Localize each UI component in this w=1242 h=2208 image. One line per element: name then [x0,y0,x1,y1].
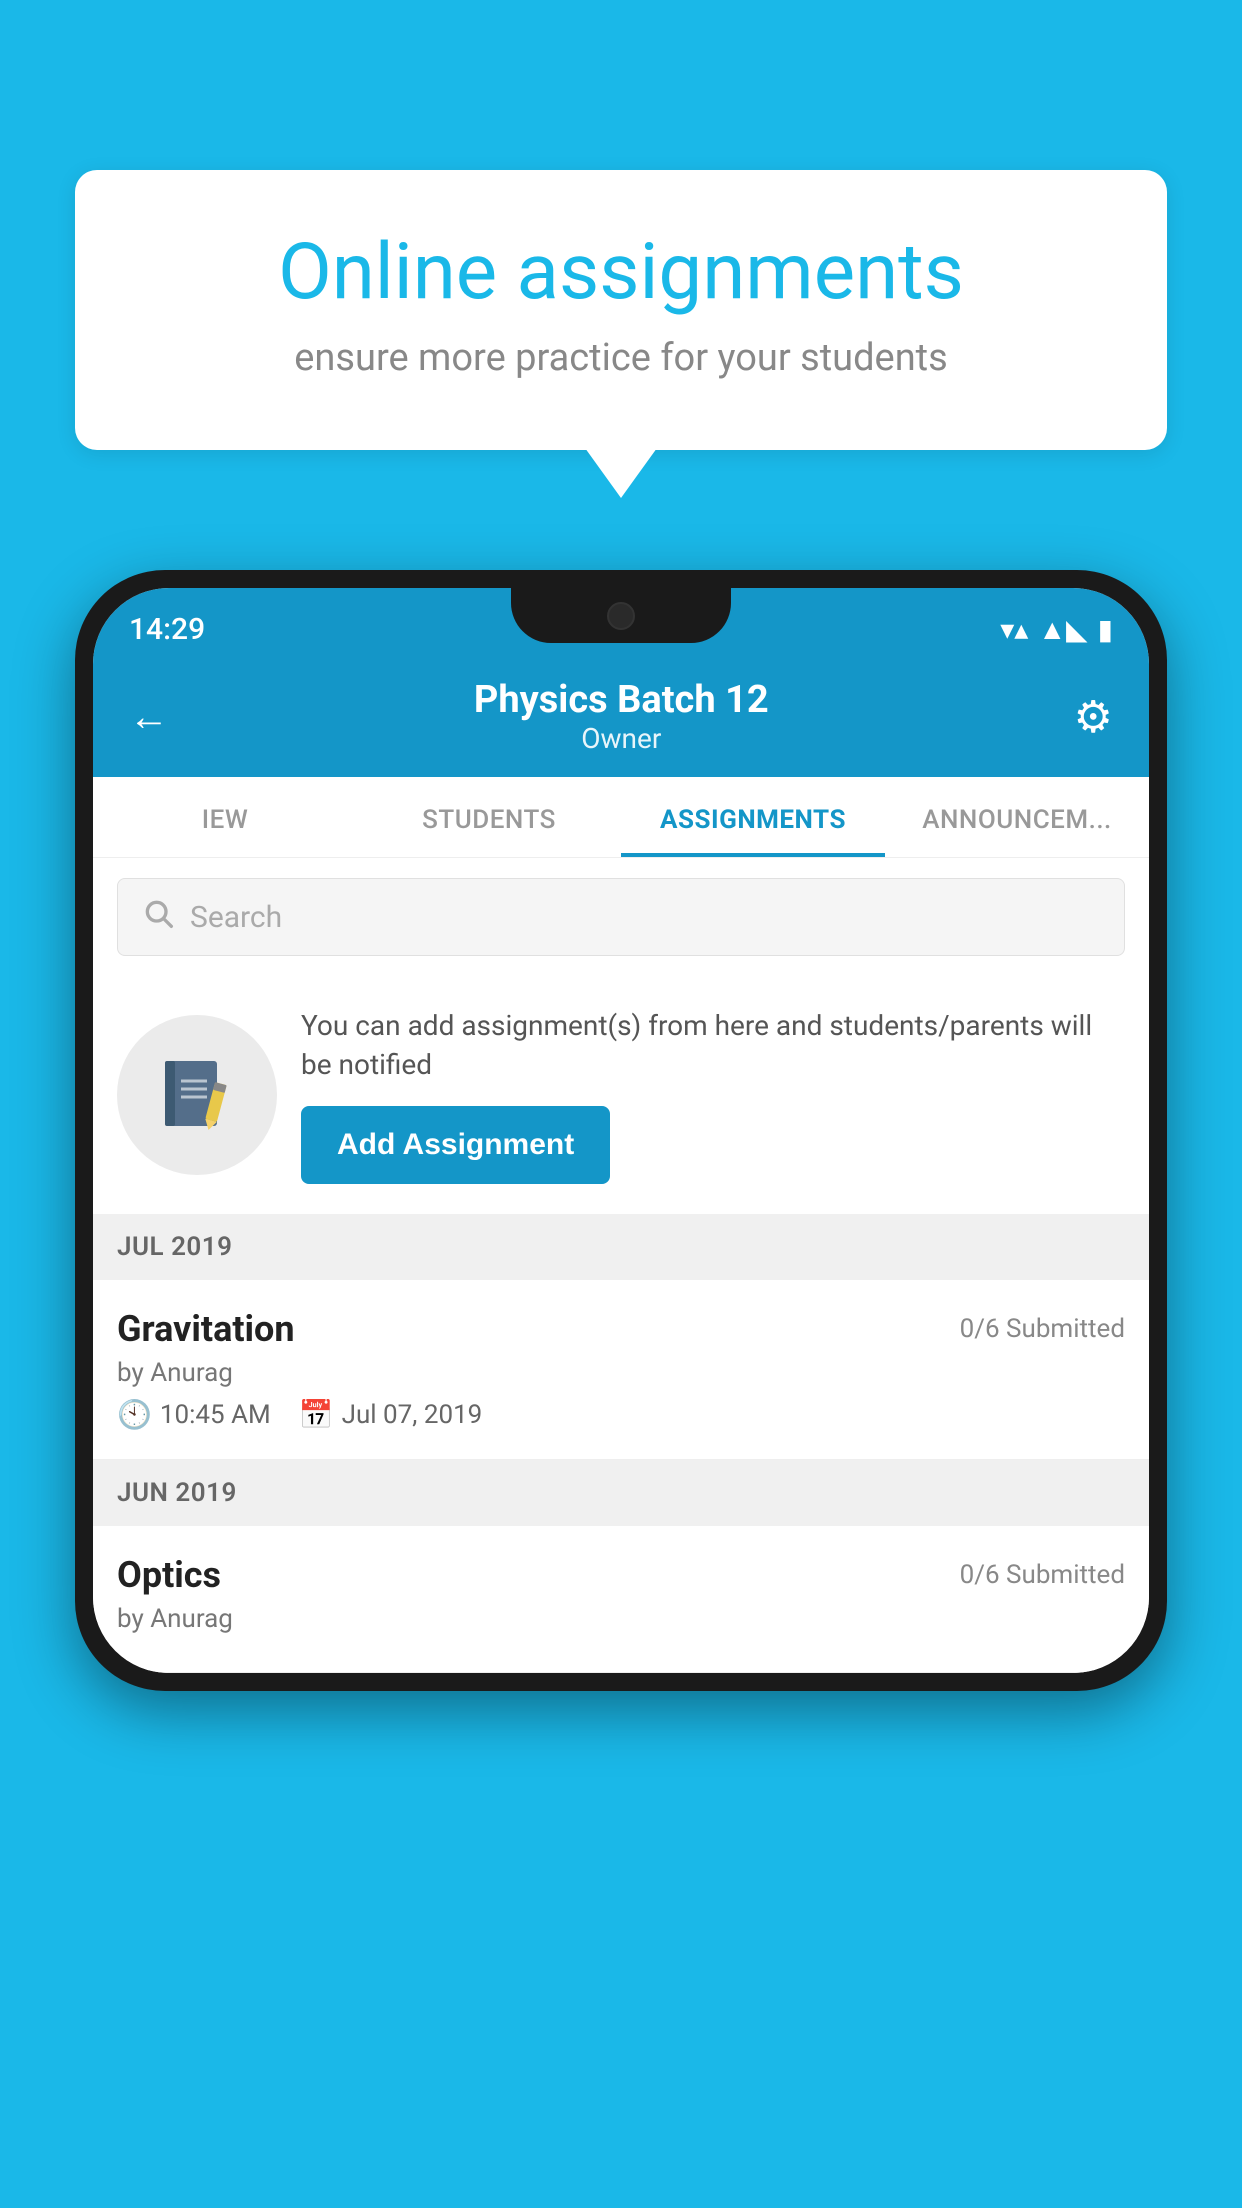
header-subtitle: Owner [474,722,769,755]
assignment-promo-card: You can add assignment(s) from here and … [93,976,1149,1214]
notebook-icon-circle [117,1015,277,1175]
status-icons: ▾▴ ▲◣ ▮ [1000,613,1113,646]
header-title: Physics Batch 12 [474,678,769,722]
section-label-jul: JUL 2019 [117,1232,233,1262]
tab-announcements[interactable]: ANNOUNCEM... [885,777,1149,857]
calendar-icon: 📅 [299,1398,334,1431]
status-time: 14:29 [129,612,205,647]
assignment-header-gravitation: Gravitation 0/6 Submitted [117,1308,1125,1350]
battery-icon: ▮ [1098,613,1113,646]
app-header: ← Physics Batch 12 Owner ⚙ [93,660,1149,777]
search-icon [142,897,174,937]
assignment-time-item: 🕙 10:45 AM [117,1398,271,1431]
search-container: Search [93,858,1149,976]
notebook-icon [155,1053,240,1138]
assignment-name-optics: Optics [117,1554,221,1596]
add-assignment-button[interactable]: Add Assignment [301,1106,610,1184]
speech-bubble-title: Online assignments [145,230,1097,316]
clock-icon: 🕙 [117,1398,152,1431]
notch-camera [607,602,635,630]
tab-bar: IEW STUDENTS ASSIGNMENTS ANNOUNCEM... [93,777,1149,858]
section-label-jun: JUN 2019 [117,1478,237,1508]
assignment-header-optics: Optics 0/6 Submitted [117,1554,1125,1596]
phone-screen: 14:29 ▾▴ ▲◣ ▮ ← Physics Batch 12 Owner ⚙… [93,588,1149,1673]
wifi-icon: ▾▴ [1000,613,1028,646]
speech-bubble-subtitle: ensure more practice for your students [145,336,1097,380]
assignment-meta-gravitation: 🕙 10:45 AM 📅 Jul 07, 2019 [117,1398,1125,1431]
assignment-submitted-gravitation: 0/6 Submitted [960,1314,1125,1344]
settings-icon[interactable]: ⚙ [1074,691,1113,743]
speech-bubble-wrapper: Online assignments ensure more practice … [75,170,1167,450]
section-header-jun: JUN 2019 [93,1460,1149,1526]
assignment-time: 10:45 AM [160,1400,271,1430]
assignment-by-gravitation: by Anurag [117,1358,1125,1388]
search-placeholder: Search [190,900,282,935]
assignment-submitted-optics: 0/6 Submitted [960,1560,1125,1590]
tab-students[interactable]: STUDENTS [357,777,621,857]
section-header-jul: JUL 2019 [93,1214,1149,1280]
back-button[interactable]: ← [129,693,169,740]
assignment-item-gravitation[interactable]: Gravitation 0/6 Submitted by Anurag 🕙 10… [93,1280,1149,1460]
phone-outer: 14:29 ▾▴ ▲◣ ▮ ← Physics Batch 12 Owner ⚙… [75,570,1167,1691]
search-bar[interactable]: Search [117,878,1125,956]
header-center: Physics Batch 12 Owner [474,678,769,755]
assignment-name-gravitation: Gravitation [117,1308,295,1350]
assignment-info-desc: You can add assignment(s) from here and … [301,1006,1125,1084]
speech-bubble: Online assignments ensure more practice … [75,170,1167,450]
tab-iew[interactable]: IEW [93,777,357,857]
phone-wrapper: 14:29 ▾▴ ▲◣ ▮ ← Physics Batch 12 Owner ⚙… [75,570,1167,2208]
assignment-by-optics: by Anurag [117,1604,1125,1634]
assignment-info-text: You can add assignment(s) from here and … [301,1006,1125,1184]
tab-assignments[interactable]: ASSIGNMENTS [621,777,885,857]
signal-icon: ▲◣ [1038,613,1087,646]
assignment-date-item: 📅 Jul 07, 2019 [299,1398,483,1431]
phone-notch [511,588,731,643]
assignment-item-optics[interactable]: Optics 0/6 Submitted by Anurag [93,1526,1149,1673]
assignment-date: Jul 07, 2019 [342,1400,483,1430]
